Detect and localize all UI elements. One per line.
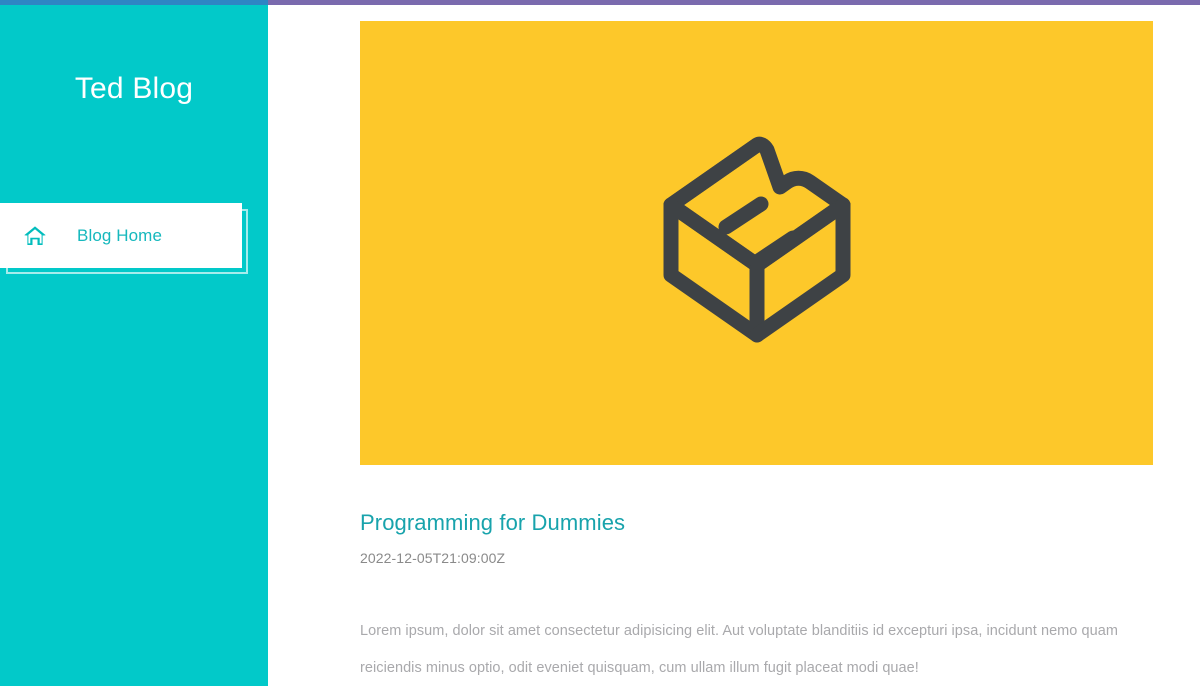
post-title[interactable]: Programming for Dummies: [360, 509, 1153, 537]
post-body-text: Lorem ipsum, dolor sit amet consectetur …: [360, 622, 1118, 677]
blog-post-card: Programming for Dummies 2022-12-05T21:09…: [360, 21, 1153, 686]
sidebar-item-blog-home-label: Blog Home: [77, 225, 162, 245]
top-strip-left-segment: [0, 0, 268, 5]
sidebar-item-blog-home-link[interactable]: Blog Home: [0, 203, 242, 268]
sidebar-nav: Blog Home: [0, 203, 268, 274]
post-date: 2022-12-05T21:09:00Z: [360, 549, 506, 566]
post-hero-image[interactable]: [360, 21, 1153, 465]
brand-title: Ted Blog: [74, 72, 194, 105]
home-icon: [23, 224, 47, 248]
page-root: Ted Blog Blog Home Programming for Dummi…: [0, 0, 1200, 686]
main-content: Programming for Dummies 2022-12-05T21:09…: [268, 0, 1200, 686]
browser-top-strip: [0, 0, 1200, 5]
sidebar: Ted Blog Blog Home: [0, 0, 268, 686]
sidebar-item-blog-home[interactable]: Blog Home: [0, 203, 248, 274]
isometric-box-logo-icon: [633, 123, 881, 363]
top-strip-right-segment: [268, 0, 1200, 5]
